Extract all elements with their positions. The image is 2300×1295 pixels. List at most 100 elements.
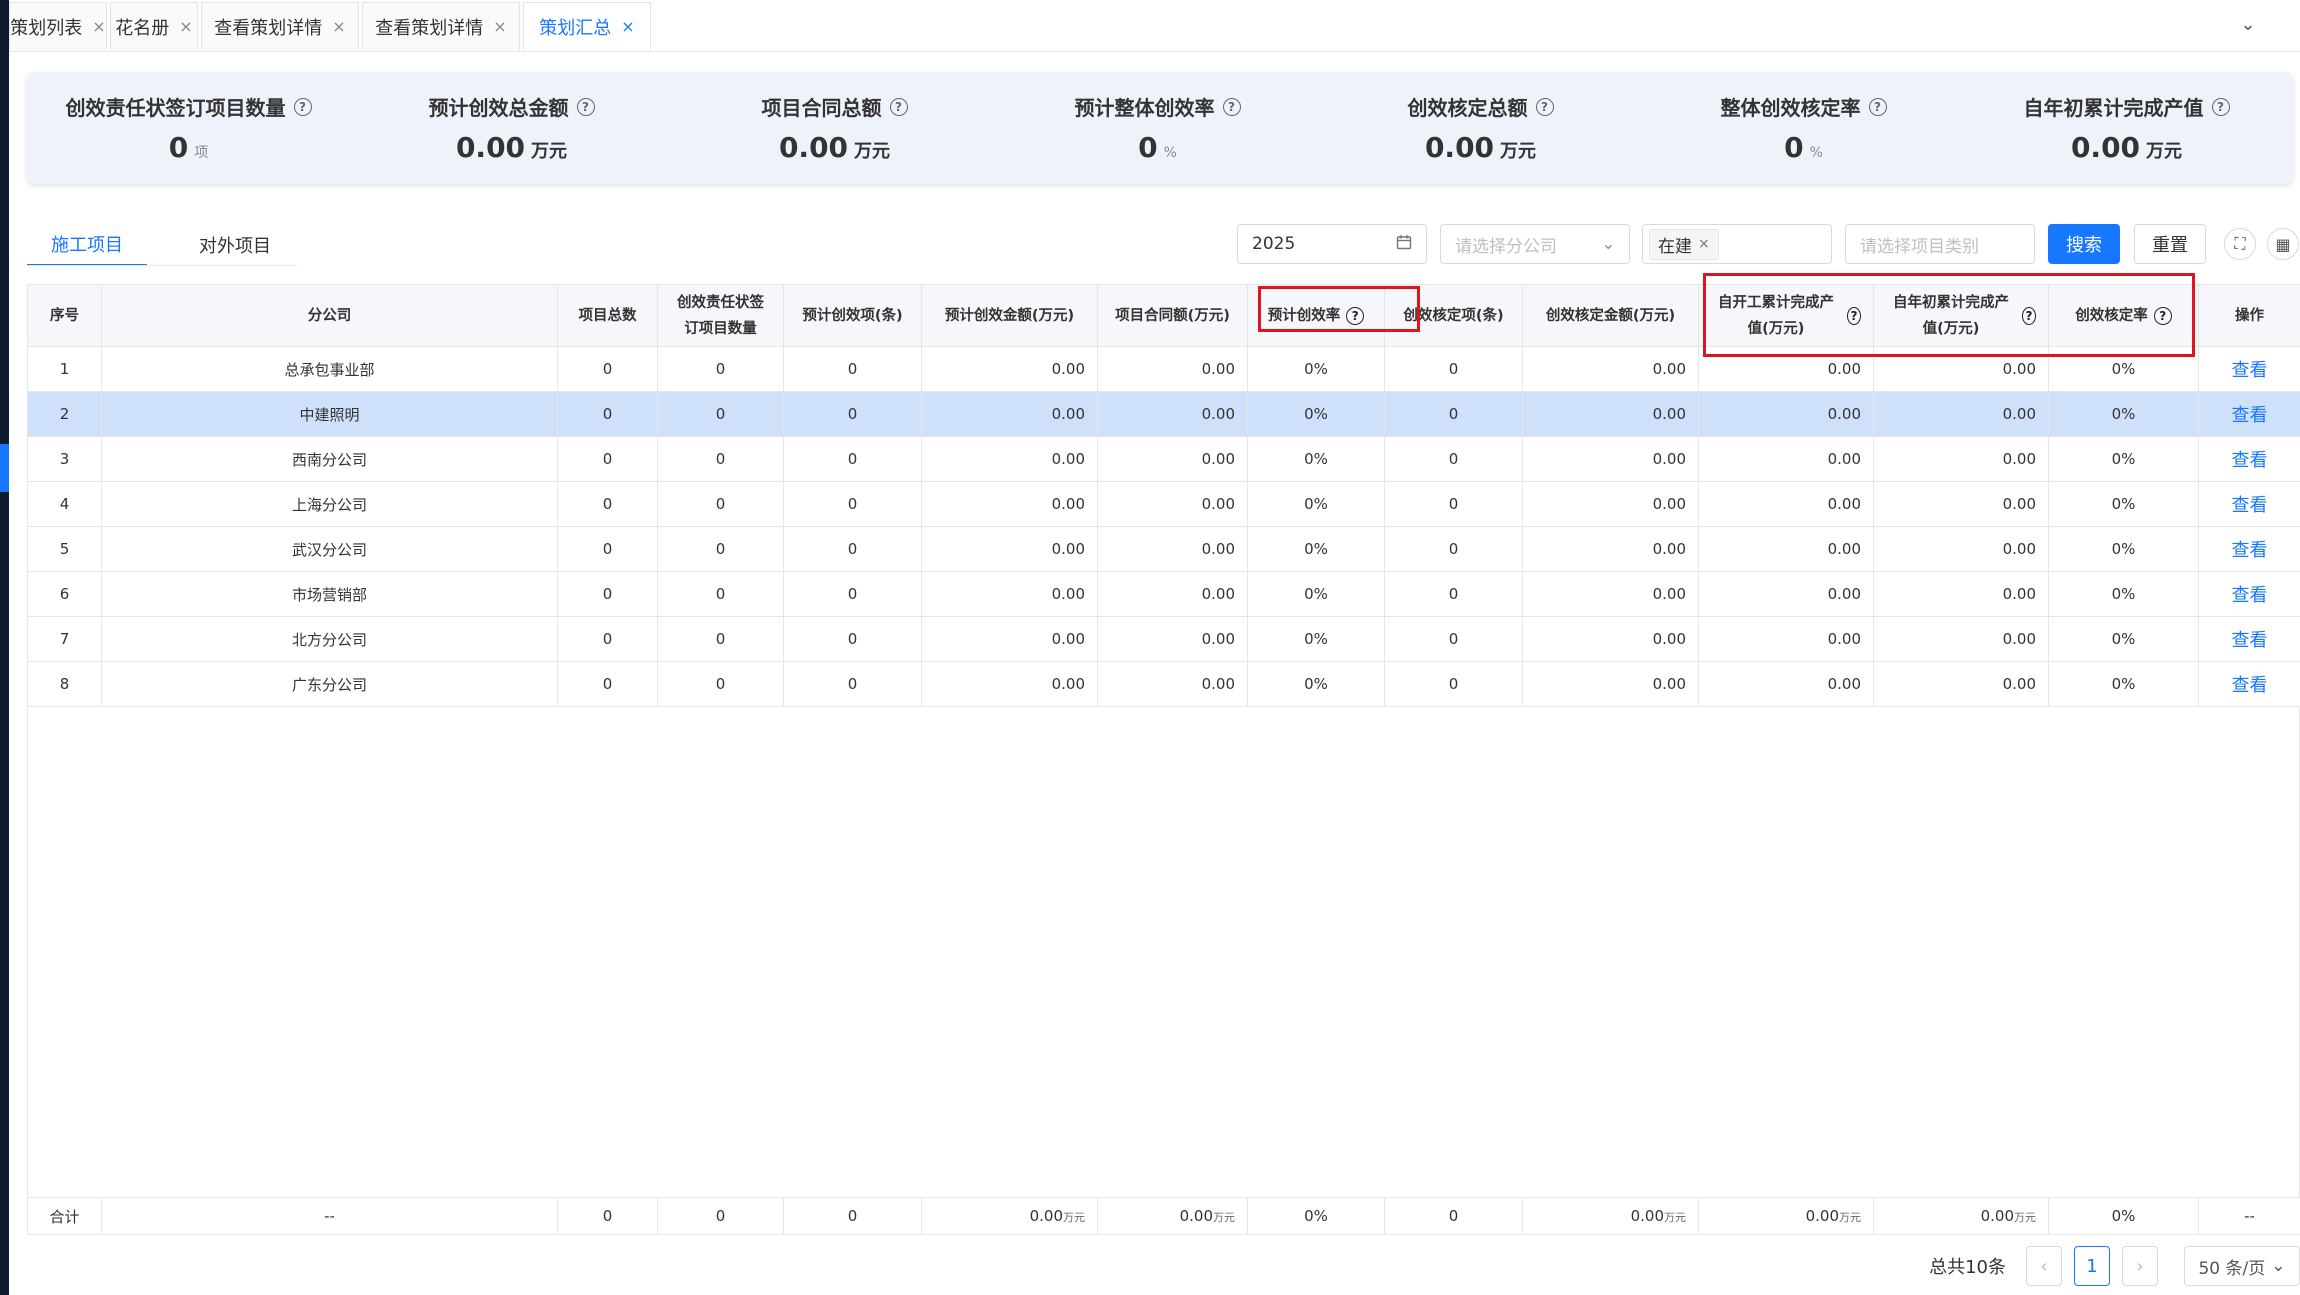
table-cell: 总承包事业部 — [101, 346, 558, 392]
view-link[interactable]: 查看 — [2232, 675, 2268, 696]
stat-value: 0.00 — [2070, 131, 2141, 164]
column-settings-icon[interactable]: ▦ — [2267, 228, 2299, 260]
table-cell: 0% — [1247, 346, 1385, 392]
reset-button[interactable]: 重置 — [2134, 224, 2206, 264]
page-number-button[interactable]: 1 — [2074, 1246, 2110, 1286]
stat-value: 0.00 — [455, 131, 526, 164]
tab-label: 查看策划详情 — [375, 17, 484, 39]
close-icon[interactable]: × — [92, 17, 105, 36]
close-icon[interactable]: × — [621, 17, 634, 36]
help-icon[interactable]: ? — [1346, 306, 1365, 325]
stat-label: 预计整体创效率 — [1074, 96, 1215, 120]
close-icon[interactable]: × — [1698, 236, 1710, 252]
table-cell: 6 — [27, 571, 102, 617]
summary-table: 序号 分公司 项目总数 创效责任状签订项目数量 预计创效项(条) 预计创效金额(万元) 项目… — [27, 273, 2300, 1235]
left-nav-active-indicator — [0, 444, 9, 492]
subtab-construction-projects[interactable]: 施工项目 — [27, 224, 147, 266]
branch-select[interactable]: 请选择分公司 ⌄ — [1440, 224, 1630, 264]
view-link[interactable]: 查看 — [2232, 630, 2268, 651]
stat-unit: 万元 — [2146, 141, 2183, 162]
stat-value: 0.00 — [778, 131, 849, 164]
page-size-select[interactable]: 50 条/页 ⌄ — [2184, 1246, 2300, 1286]
view-link[interactable]: 查看 — [2232, 585, 2268, 606]
view-link[interactable]: 查看 — [2232, 405, 2268, 426]
branch-placeholder: 请选择分公司 — [1455, 236, 1557, 257]
summary-row: 合计 -- 0 0 0 0.00万元 0.00万元 0% 0 0.00万元 0.00万元 0.00万元… — [27, 1197, 2300, 1235]
close-icon[interactable]: × — [493, 17, 506, 36]
column-header-content: 创效核定项(条) — [1403, 303, 1503, 329]
table-cell: 0.00 — [1097, 436, 1248, 482]
table-cell: 0 — [657, 481, 784, 527]
stat-verified-total: 创效核定总额? 0.00 万元 — [1319, 72, 1642, 184]
fullscreen-icon[interactable]: ⛶ — [2224, 228, 2256, 260]
year-picker[interactable]: 2025 — [1237, 224, 1427, 264]
column-header-content: 创效核定率? — [2075, 303, 2172, 329]
help-icon[interactable]: ? — [1868, 97, 1887, 116]
help-icon[interactable]: ? — [1535, 97, 1554, 116]
table-row[interactable]: 8 广东分公司 0 0 0 0.00 0.00 0% 0 0.00 0.00 0.00 0% 查看 — [27, 661, 2300, 707]
tab-plan-summary[interactable]: 策划汇总 × — [523, 2, 651, 50]
table-body: 1 总承包事业部 0 0 0 0.00 0.00 0% 0 0.00 0.00 0.00 0% 查看 2 中建… — [27, 346, 2300, 707]
chevron-down-icon[interactable]: ⌄ — [2236, 12, 2260, 36]
stat-signed-projects: 创效责任状签订项目数量? 0项 — [27, 72, 350, 184]
table-row[interactable]: 1 总承包事业部 0 0 0 0.00 0.00 0% 0 0.00 0.00 0.00 0% 查看 — [27, 346, 2300, 392]
help-icon[interactable]: ? — [1222, 97, 1241, 116]
table-row[interactable]: 5 武汉分公司 0 0 0 0.00 0.00 0% 0 0.00 0.00 0.00 0% 查看 — [27, 526, 2300, 572]
close-icon[interactable]: × — [332, 17, 345, 36]
subtab-external-projects[interactable]: 对外项目 — [175, 224, 295, 266]
tab-plan-list[interactable]: 策划列表 × — [9, 2, 107, 50]
table-cell: 0.00 — [1522, 616, 1699, 662]
view-link[interactable]: 查看 — [2232, 360, 2268, 381]
table-cell: 0.00 — [1873, 526, 2049, 572]
table-cell: 0% — [2048, 436, 2199, 482]
table-row[interactable]: 2 中建照明 0 0 0 0.00 0.00 0% 0 0.00 0.00 0.00 0% 查看 — [27, 391, 2300, 437]
table-cell: 0 — [783, 436, 922, 482]
subtab-divider — [27, 265, 297, 266]
next-page-button[interactable]: › — [2122, 1246, 2158, 1286]
table-cell: 查看 — [2198, 571, 2300, 617]
tab-plan-detail-2[interactable]: 查看策划详情 × — [362, 2, 520, 50]
search-button[interactable]: 搜索 — [2048, 224, 2120, 264]
help-icon[interactable]: ? — [889, 97, 908, 116]
column-header-content: 分公司 — [308, 303, 352, 329]
summary-unit: 万元 — [1213, 1211, 1235, 1224]
view-link[interactable]: 查看 — [2232, 495, 2268, 516]
help-icon[interactable]: ? — [576, 97, 595, 116]
help-icon[interactable]: ? — [2153, 306, 2172, 325]
view-link[interactable]: 查看 — [2232, 450, 2268, 471]
table-cell: 0.00 — [1097, 661, 1248, 707]
page-tab-bar: 策划列表 × 花名册 × 查看策划详情 × 查看策划详情 × 策划汇总 × ⌄ — [9, 0, 2300, 52]
category-select[interactable]: 请选择项目类别 — [1845, 224, 2035, 264]
table-cell: 1 — [27, 346, 102, 392]
stat-label: 项目合同总额 — [761, 96, 882, 120]
help-icon[interactable]: ? — [2021, 306, 2036, 325]
stat-ytd-output: 自年初累计完成产值? 0.00 万元 — [1965, 72, 2288, 184]
help-icon[interactable]: ? — [293, 97, 312, 116]
column-header-label: 创效责任状签订项目数量 — [677, 294, 764, 337]
table-row[interactable]: 3 西南分公司 0 0 0 0.00 0.00 0% 0 0.00 0.00 0.00 0% 查看 — [27, 436, 2300, 482]
view-link[interactable]: 查看 — [2232, 540, 2268, 561]
help-icon[interactable]: ? — [1846, 306, 1861, 325]
summary-value: 0.00 — [1805, 1207, 1839, 1225]
table-row[interactable]: 6 市场营销部 0 0 0 0.00 0.00 0% 0 0.00 0.00 0.00 0% 查看 — [27, 571, 2300, 617]
summary-cell: 0% — [2048, 1197, 2199, 1235]
table-cell: 0.00 — [1873, 391, 2049, 437]
table-cell: 5 — [27, 526, 102, 572]
table-cell: 0 — [557, 481, 658, 527]
prev-page-button[interactable]: ‹ — [2026, 1246, 2062, 1286]
close-icon[interactable]: × — [179, 17, 192, 36]
status-select[interactable]: 在建 × — [1642, 224, 1832, 264]
stat-overall-rate: 预计整体创效率? 0% — [996, 72, 1319, 184]
help-icon[interactable]: ? — [2211, 97, 2230, 116]
tab-roster[interactable]: 花名册 × — [110, 2, 198, 50]
table-cell: 0 — [783, 481, 922, 527]
stat-value: 0 — [168, 131, 189, 164]
tab-plan-detail-1[interactable]: 查看策划详情 × — [201, 2, 359, 50]
stat-label: 整体创效核定率 — [1720, 96, 1861, 120]
table-row[interactable]: 7 北方分公司 0 0 0 0.00 0.00 0% 0 0.00 0.00 0.00 0% 查看 — [27, 616, 2300, 662]
pagination: 总共10条 ‹ 1 › 50 条/页 ⌄ — [1929, 1246, 2300, 1286]
table-row[interactable]: 4 上海分公司 0 0 0 0.00 0.00 0% 0 0.00 0.00 0.00 0% 查看 — [27, 481, 2300, 527]
summary-value: 0.00 — [1630, 1207, 1664, 1225]
chevron-down-icon: ⌄ — [1601, 234, 1615, 253]
table-cell: 0% — [2048, 526, 2199, 572]
